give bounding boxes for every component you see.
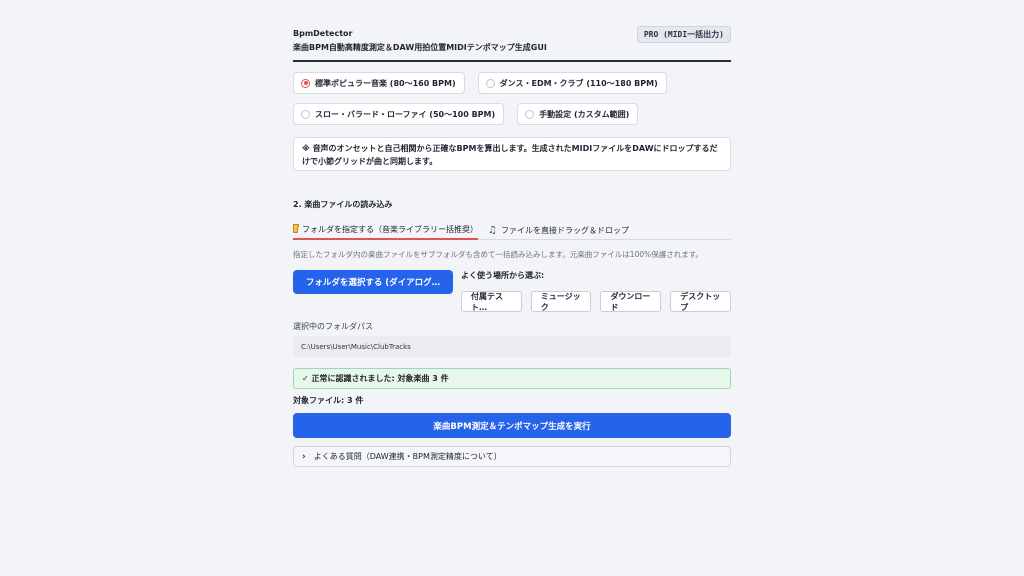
- mode-option-manual[interactable]: 手動設定 (カスタム範囲): [517, 103, 639, 125]
- mode-option-dance[interactable]: ダンス・EDM・クラブ (110〜180 BPM): [477, 72, 667, 94]
- quick-locations: 付属テスト… ミュージック ダウンロード デスクトップ: [461, 291, 731, 312]
- tab-label: ファイルを直接ドラッグ＆ドロップ: [500, 225, 629, 235]
- pro-badge: PRO (MIDI一括出力): [636, 26, 731, 43]
- app-name: BpmDetector: [293, 29, 353, 38]
- select-folder-button[interactable]: フォルダを選択する (ダイアログ…: [293, 270, 453, 294]
- folder-icon: [293, 223, 299, 233]
- run-button[interactable]: 楽曲BPM測定＆テンポマップ生成を実行: [293, 413, 731, 438]
- success-message: ✓ 正常に認識されました: 対象楽曲 3 件: [293, 368, 731, 389]
- mode-radio-row-1: 標準ポピュラー音楽 (80〜160 BPM) ダンス・EDM・クラブ (110〜…: [293, 72, 667, 94]
- music-note-icon: ♫: [488, 224, 497, 236]
- radio-unselected-icon: [525, 109, 535, 119]
- tab-drag-drop[interactable]: ♫ ファイルを直接ドラッグ＆ドロップ: [488, 220, 629, 240]
- tab-description: 指定したフォルダ内の楽曲ファイルをサブフォルダも含めて一括読み込みします。元楽曲…: [293, 250, 703, 259]
- radio-unselected-icon: [485, 78, 495, 88]
- quick-button-downloads[interactable]: ダウンロード: [600, 291, 662, 312]
- app-subtitle: 楽曲BPM自動高精度測定＆DAW用拍位置MIDIテンポマップ生成GUI: [293, 43, 547, 52]
- mode-radio-row-2: スロー・バラード・ローファイ (50〜100 BPM) 手動設定 (カスタム範囲…: [293, 103, 639, 125]
- quick-locations-label: よく使う場所から選ぶ:: [461, 271, 545, 280]
- mode-option-label: 標準ポピュラー音楽 (80〜160 BPM): [315, 78, 456, 88]
- radio-unselected-icon: [301, 109, 310, 119]
- faq-expander[interactable]: › よくある質問（DAW連携・BPM測定精度について）: [293, 446, 731, 467]
- tab-folder[interactable]: フォルダを指定する（音楽ライブラリー括推奨）: [293, 220, 478, 240]
- quick-button-music[interactable]: ミュージック: [530, 291, 592, 312]
- mode-option-standard[interactable]: 標準ポピュラー音楽 (80〜160 BPM): [293, 72, 465, 94]
- chevron-right-icon: ›: [302, 451, 306, 462]
- section-title: 2. 楽曲ファイルの読み込み: [293, 200, 393, 209]
- file-count: 対象ファイル: 3 件: [293, 396, 364, 405]
- app-header: BpmDetector 楽曲BPM自動高精度測定＆DAW用拍位置MIDIテンポマ…: [293, 24, 731, 62]
- faq-label: よくある質問（DAW連携・BPM測定精度について）: [313, 452, 502, 461]
- info-note: ※ 音声のオンセットと自己相関から正確なBPMを算出します。生成されたMIDIフ…: [293, 137, 731, 171]
- folder-path-label: 選択中のフォルダパス: [293, 322, 373, 331]
- quick-button-desktop[interactable]: デスクトップ: [670, 291, 731, 312]
- folder-path-field[interactable]: C:\Users\User\Music\ClubTracks: [293, 336, 731, 357]
- quick-button-test[interactable]: 付属テスト…: [461, 291, 522, 312]
- mode-option-label: 手動設定 (カスタム範囲): [539, 109, 630, 119]
- app-container: BpmDetector 楽曲BPM自動高精度測定＆DAW用拍位置MIDIテンポマ…: [293, 24, 731, 467]
- mode-option-label: ダンス・EDM・クラブ (110〜180 BPM): [499, 78, 658, 88]
- tab-bar: フォルダを指定する（音楽ライブラリー括推奨） ♫ ファイルを直接ドラッグ＆ドロッ…: [293, 220, 731, 240]
- radio-selected-icon: [301, 78, 310, 88]
- mode-option-label: スロー・バラード・ローファイ (50〜100 BPM): [315, 109, 496, 119]
- tab-label: フォルダを指定する（音楽ライブラリー括推奨）: [302, 224, 478, 234]
- mode-option-slow[interactable]: スロー・バラード・ローファイ (50〜100 BPM): [293, 103, 505, 125]
